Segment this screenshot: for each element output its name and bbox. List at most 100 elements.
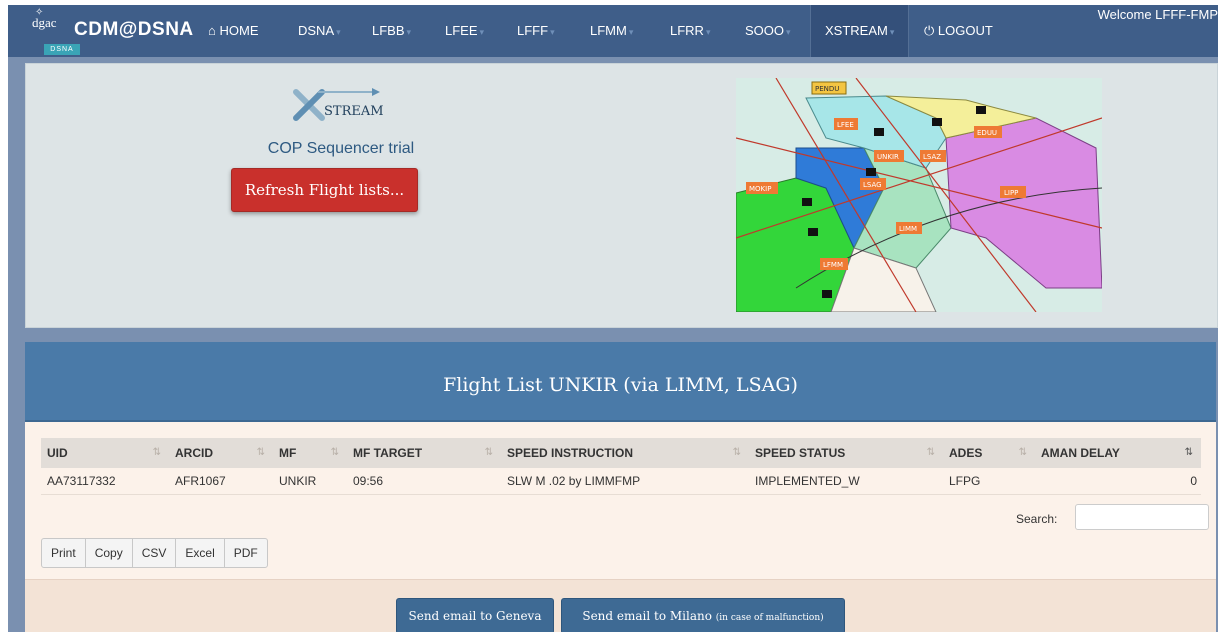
app-frame: ✧ dgac DSNA CDM@DSNA ⌂ HOME DSNA ▾ LFBB ▾ … xyxy=(8,5,1218,632)
send-email-milano-label: Send email to Milano xyxy=(582,609,712,623)
column-speed-status[interactable]: SPEED STATUS ⇅ xyxy=(749,438,943,468)
column-label: AMAN DELAY xyxy=(1041,446,1120,460)
action-footer: Send email to Geneva Send email to Milan… xyxy=(25,579,1216,632)
map-label-pendu: PENDU xyxy=(815,85,839,93)
export-button-group: Print Copy CSV Excel PDF xyxy=(41,538,268,568)
caret-down-icon: ▾ xyxy=(479,27,485,37)
nav-dsna[interactable]: DSNA ▾ xyxy=(298,5,341,57)
nav-xstream[interactable]: XSTREAM ▾ xyxy=(810,5,910,57)
column-label: SPEED INSTRUCTION xyxy=(507,446,634,460)
column-mf-target[interactable]: MF TARGET ⇅ xyxy=(347,438,501,468)
nav-logout-label: LOGOUT xyxy=(937,23,993,38)
nav-lfff-label: LFFF xyxy=(517,23,549,38)
flight-table: UID ⇅ ARCID ⇅ MF ⇅ MF TARGET ⇅ SPEED INSTRUC… xyxy=(41,438,1201,495)
nav-lfff[interactable]: LFFF ▾ xyxy=(517,5,555,57)
csv-button[interactable]: CSV xyxy=(131,538,177,568)
sort-icon: ⇅ xyxy=(926,447,935,458)
column-label: UID xyxy=(47,446,68,460)
map-label-lfee: LFEE xyxy=(837,121,854,129)
nav-sooo[interactable]: SOOO ▾ xyxy=(745,5,791,57)
copy-button[interactable]: Copy xyxy=(84,538,133,568)
cell-aman-delay: 0 xyxy=(1035,468,1201,495)
map-label-eduu: EDUU xyxy=(977,129,997,137)
excel-button[interactable]: Excel xyxy=(175,538,225,568)
nav-lfrr[interactable]: LFRR ▾ xyxy=(670,5,710,57)
cell-ades: LFPG xyxy=(943,468,1035,495)
sort-icon: ⇅ xyxy=(1018,447,1027,458)
table-header-row: UID ⇅ ARCID ⇅ MF ⇅ MF TARGET ⇅ SPEED INSTRUC… xyxy=(41,438,1201,468)
cell-arcid: AFR1067 xyxy=(169,468,273,495)
nav-dsna-label: DSNA xyxy=(298,23,335,38)
column-uid[interactable]: UID ⇅ xyxy=(41,438,169,468)
column-ades[interactable]: ADES ⇅ xyxy=(943,438,1035,468)
nav-home[interactable]: ⌂ HOME xyxy=(208,5,258,57)
cell-mf-target: 09:56 xyxy=(347,468,501,495)
table-row[interactable]: AA73117332 AFR1067 UNKIR 09:56 SLW M .02… xyxy=(41,468,1201,495)
dgac-logo[interactable]: ✧ dgac DSNA xyxy=(18,7,80,55)
sort-icon: ⇅ xyxy=(152,447,161,458)
nav-lfee-label: LFEE xyxy=(445,23,478,38)
home-icon: ⌂ xyxy=(208,23,216,38)
flight-list-panel: Flight List UNKIR (via LIMM, LSAG) UID ⇅ … xyxy=(25,342,1216,632)
caret-down-icon: ▾ xyxy=(406,27,412,37)
pdf-button[interactable]: PDF xyxy=(223,538,268,568)
xstream-logo-text: STREAM xyxy=(324,104,384,119)
map-label-lsaz: LSAZ xyxy=(923,153,941,161)
nav-sooo-label: SOOO xyxy=(745,23,785,38)
send-email-milano-button[interactable]: Send email to Milano (in case of malfunc… xyxy=(561,598,845,632)
column-arcid[interactable]: ARCID ⇅ xyxy=(169,438,273,468)
malfunction-note: (in case of malfunction) xyxy=(715,613,824,623)
sort-icon: ⇅ xyxy=(484,447,493,458)
column-mf[interactable]: MF ⇅ xyxy=(273,438,347,468)
xstream-panel: STREAM COP Sequencer trial Refresh Fligh… xyxy=(25,63,1218,328)
column-label: MF xyxy=(279,446,297,460)
send-email-geneva-button[interactable]: Send email to Geneva xyxy=(396,598,554,632)
cell-speed-status: IMPLEMENTED_W xyxy=(749,468,943,495)
sort-active-icon: ⇅ xyxy=(1184,447,1193,458)
column-label: ARCID xyxy=(175,446,213,460)
map-label-unkir: UNKIR xyxy=(877,153,899,161)
caret-down-icon: ▾ xyxy=(705,27,711,37)
top-navbar: ✧ dgac DSNA CDM@DSNA ⌂ HOME DSNA ▾ LFBB ▾ … xyxy=(8,5,1218,57)
nav-lfee[interactable]: LFEE ▾ xyxy=(445,5,484,57)
caret-down-icon: ▾ xyxy=(336,27,341,37)
map-label-lipp: LIPP xyxy=(1004,189,1018,197)
column-label: SPEED STATUS xyxy=(755,446,846,460)
nav-lfbb[interactable]: LFBB ▾ xyxy=(372,5,411,57)
map-label-mokip: MOKIP xyxy=(749,185,771,193)
cell-uid: AA73117332 xyxy=(41,468,169,495)
column-label: MF TARGET xyxy=(353,446,423,460)
airspace-map: PENDU UNKIR LFEE EDUU LSAZ LSAG MOKIP LI… xyxy=(736,78,1102,312)
column-aman-delay[interactable]: AMAN DELAY ⇅ xyxy=(1035,438,1201,468)
flight-list-title: Flight List UNKIR (via LIMM, LSAG) xyxy=(443,374,798,396)
nav-logout[interactable]: ⏻ LOGOUT xyxy=(924,5,993,57)
nav-xstream-label: XSTREAM xyxy=(825,23,888,38)
nav-lfmm[interactable]: LFMM ▾ xyxy=(590,5,633,57)
welcome-text: Welcome LFFF-FMP xyxy=(1097,7,1218,22)
sort-icon: ⇅ xyxy=(732,447,741,458)
nav-lfrr-label: LFRR xyxy=(670,23,704,38)
power-icon: ⏻ xyxy=(924,23,935,38)
xstream-logo: STREAM xyxy=(293,88,384,121)
column-label: ADES xyxy=(949,446,983,460)
map-label-limm: LIMM xyxy=(899,225,917,233)
sort-icon: ⇅ xyxy=(330,447,339,458)
caret-down-icon: ▾ xyxy=(628,27,634,37)
column-speed-instruction[interactable]: SPEED INSTRUCTION ⇅ xyxy=(501,438,749,468)
search-input[interactable] xyxy=(1075,504,1209,530)
nav-home-label: HOME xyxy=(219,23,259,38)
logo-subtext: DSNA xyxy=(44,44,80,55)
cell-speed-instruction: SLW M .02 by LIMMFMP xyxy=(501,468,749,495)
flight-list-header: Flight List UNKIR (via LIMM, LSAG) xyxy=(25,342,1216,422)
refresh-flight-lists-button[interactable]: Refresh Flight lists... xyxy=(231,168,418,212)
caret-down-icon: ▾ xyxy=(550,27,555,37)
nav-lfbb-label: LFBB xyxy=(372,23,405,38)
logo-text: dgac xyxy=(32,15,57,30)
brand-title[interactable]: CDM@DSNA xyxy=(74,19,194,41)
map-label-lsag: LSAG xyxy=(863,181,882,189)
nav-lfmm-label: LFMM xyxy=(590,23,627,38)
cell-mf: UNKIR xyxy=(273,468,347,495)
print-button[interactable]: Print xyxy=(41,538,86,568)
cop-sequencer-title: COP Sequencer trial xyxy=(267,140,415,157)
caret-down-icon: ▾ xyxy=(889,27,895,37)
